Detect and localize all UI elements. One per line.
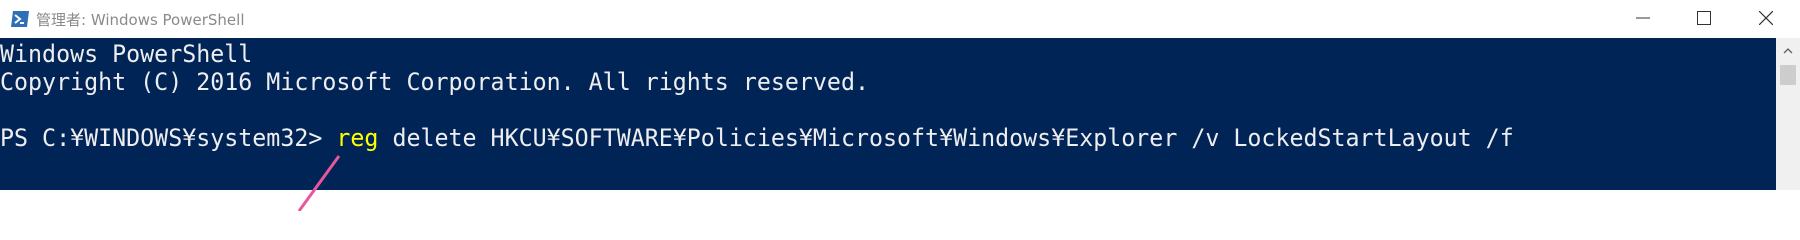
maximize-icon — [1697, 10, 1711, 29]
command-line[interactable]: PS C:¥WINDOWS¥system32> reg delete HKCU¥… — [0, 124, 1514, 152]
command-keyword: reg — [336, 124, 379, 152]
maximize-button[interactable] — [1675, 0, 1733, 38]
console-output[interactable]: Windows PowerShell Copyright (C) 2016 Mi… — [0, 38, 1776, 190]
console-line-title: Windows PowerShell — [0, 40, 253, 68]
powershell-icon — [10, 9, 30, 29]
console-line-copyright: Copyright (C) 2016 Microsoft Corporation… — [0, 68, 869, 96]
vertical-scrollbar[interactable] — [1776, 38, 1800, 190]
close-button[interactable] — [1737, 0, 1795, 38]
prompt-text: PS C:¥WINDOWS¥system32> — [0, 124, 337, 152]
close-icon — [1758, 10, 1774, 29]
powershell-window: 管理者: Windows PowerShell Windows PowerShe… — [0, 0, 1800, 211]
window-bottom-edge — [0, 190, 1800, 211]
chevron-up-icon — [1783, 40, 1793, 59]
scroll-up-button[interactable] — [1776, 38, 1800, 60]
scroll-thumb[interactable] — [1780, 65, 1796, 85]
title-bar[interactable]: 管理者: Windows PowerShell — [0, 0, 1800, 39]
command-arguments: delete HKCU¥SOFTWARE¥Policies¥Microsoft¥… — [378, 124, 1514, 152]
minimize-icon — [1636, 10, 1650, 29]
minimize-button[interactable] — [1614, 0, 1672, 38]
window-title: 管理者: Windows PowerShell — [36, 11, 245, 29]
